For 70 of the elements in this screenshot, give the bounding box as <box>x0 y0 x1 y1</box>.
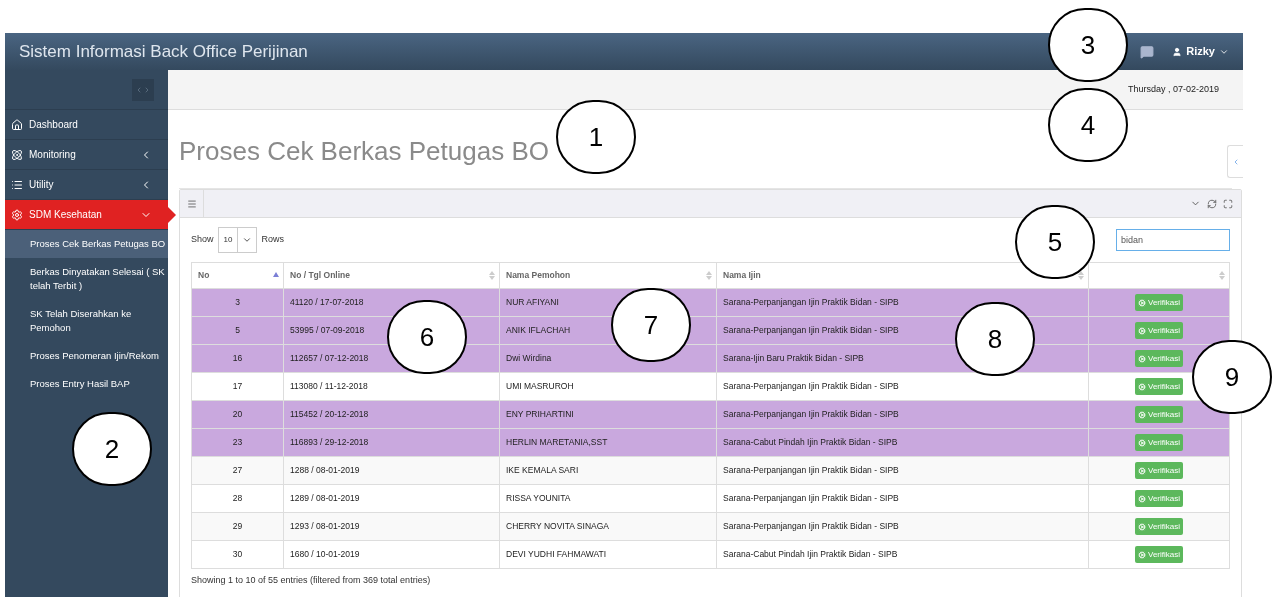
table-cell: 116893 / 29-12-2018 <box>283 428 500 457</box>
annotation-tooltip: 9 <box>1192 340 1272 414</box>
table-row[interactable]: 27 1288 / 08-01-2019 IKE KEMALA SARI Sarana-Perpanjangan Ijin Praktik Bidan - SIPB Verifikasi <box>191 456 1230 485</box>
sidebar-item[interactable]: SDM Kesehatan <box>5 200 168 230</box>
table-cell: Sarana-Cabut Pindah Ijin Praktik Bidan - SIPB <box>716 540 1089 569</box>
show-label: Show <box>191 233 214 247</box>
table-row[interactable]: 30 1680 / 10-01-2019 DEVI YUDHI FAHMAWATI Sarana-Cabut Pindah Ijin Praktik Bidan - SIPB Verifikasi <box>191 540 1230 569</box>
table-cell: UMI MASRUROH <box>499 372 717 401</box>
search-field[interactable]: bidan <box>1116 229 1230 251</box>
rows-label: Rows <box>261 233 284 247</box>
table-cell: 30 <box>191 540 284 569</box>
page-title: Proses Cek Berkas Petugas BO <box>179 134 549 168</box>
column-header[interactable]: Nama Pemohon <box>499 262 717 289</box>
table-cell: 27 <box>191 456 284 485</box>
table-cell: 16 <box>191 344 284 373</box>
table-cell: Sarana-Cabut Pindah Ijin Praktik Bidan - SIPB <box>716 428 1089 457</box>
table-cell: 5 <box>191 316 284 345</box>
table-cell: Sarana-Perpanjangan Ijin Praktik Bidan - SIPB <box>716 512 1089 541</box>
table-cell: IKE KEMALA SARI <box>499 456 717 485</box>
chevron-left-icon <box>135 85 143 94</box>
column-header[interactable]: No <box>191 262 284 289</box>
sidebar-toggle[interactable] <box>132 78 154 101</box>
list-icon <box>11 178 23 191</box>
table-row[interactable]: 20 115452 / 20-12-2018 ENY PRIHARTINI Sarana-Perpanjangan Ijin Praktik Bidan - SIPB Verifikasi <box>191 400 1230 429</box>
table-cell: Sarana-Perpanjangan Ijin Praktik Bidan - SIPB <box>716 484 1089 513</box>
table-row[interactable]: 28 1289 / 08-01-2019 RISSA YOUNITA Sarana-Perpanjangan Ijin Praktik Bidan - SIPB Verifikasi <box>191 484 1230 513</box>
table-cell: 1680 / 10-01-2019 <box>283 540 500 569</box>
table-cell: 1293 / 08-01-2019 <box>283 512 500 541</box>
table-cell: 17 <box>191 372 284 401</box>
table-row[interactable]: 23 116893 / 29-12-2018 HERLIN MARETANIA,SST Sarana-Cabut Pindah Ijin Praktik Bidan - SIPB Verifikasi <box>191 428 1230 457</box>
table-cell: 1288 / 08-01-2019 <box>283 456 500 485</box>
user-icon <box>1172 46 1183 57</box>
table-cell: 3 <box>191 288 284 317</box>
submenu-item[interactable]: Proses Penomeran Ijin/Rekom <box>5 342 168 370</box>
page-size-select[interactable]: 10 <box>217 227 258 253</box>
table-cell: 28 <box>191 484 284 513</box>
app-title: Sistem Informasi Back Office Perijinan <box>19 40 308 63</box>
submenu-item[interactable]: Proses Cek Berkas Petugas BO <box>5 230 168 258</box>
gear-icon <box>11 208 23 221</box>
table-cell: Sarana-Perpanjangan Ijin Praktik Bidan - SIPB <box>716 400 1089 429</box>
table-cell: 20 <box>191 400 284 429</box>
fullscreen-icon[interactable] <box>1223 198 1233 209</box>
submenu-item[interactable]: SK Telah Diserahkan ke Pemohon <box>5 300 168 342</box>
side-panel-toggle[interactable] <box>1227 145 1243 178</box>
table-cell: ENY PRIHARTINI <box>499 400 717 429</box>
table-cell: 115452 / 20-12-2018 <box>283 400 500 429</box>
home-icon <box>11 118 23 131</box>
chat-icon[interactable] <box>1140 44 1155 59</box>
annotation-tooltip: 3 <box>1048 8 1128 82</box>
submenu-item[interactable]: Proses Entry Hasil BAP <box>5 370 168 398</box>
table-cell: DEVI YUDHI FAHMAWATI <box>499 540 717 569</box>
table-cell: 29 <box>191 512 284 541</box>
table-cell: 23 <box>191 428 284 457</box>
column-header[interactable]: No / Tgl Online <box>283 262 500 289</box>
table-cell: Sarana-Perpanjangan Ijin Praktik Bidan - SIPB <box>716 456 1089 485</box>
atom-icon <box>11 148 23 161</box>
table-cell: HERLIN MARETANIA,SST <box>499 428 717 457</box>
user-menu[interactable]: Rizky <box>1172 43 1229 60</box>
caret-icon <box>242 235 253 245</box>
table-cell: RISSA YOUNITA <box>499 484 717 513</box>
entries-info: Showing 1 to 10 of 55 entries (filtered from 369 total entries) <box>191 574 432 587</box>
table-cell: 1289 / 08-01-2019 <box>283 484 500 513</box>
chevron-right-icon <box>143 85 151 94</box>
table-cell: CHERRY NOVITA SINAGA <box>499 512 717 541</box>
panel-icon <box>186 198 197 209</box>
refresh-icon[interactable] <box>1207 198 1217 209</box>
column-header[interactable] <box>1088 262 1230 289</box>
date-text: Thursday , 07-02-2019 <box>1127 82 1219 96</box>
submenu-item[interactable]: Berkas Dinyatakan Selesai ( SK telah Terbit ) <box>5 258 168 300</box>
table-row[interactable]: 29 1293 / 08-01-2019 CHERRY NOVITA SINAGA Sarana-Perpanjangan Ijin Praktik Bidan - SIPB Verifikasi <box>191 512 1230 541</box>
